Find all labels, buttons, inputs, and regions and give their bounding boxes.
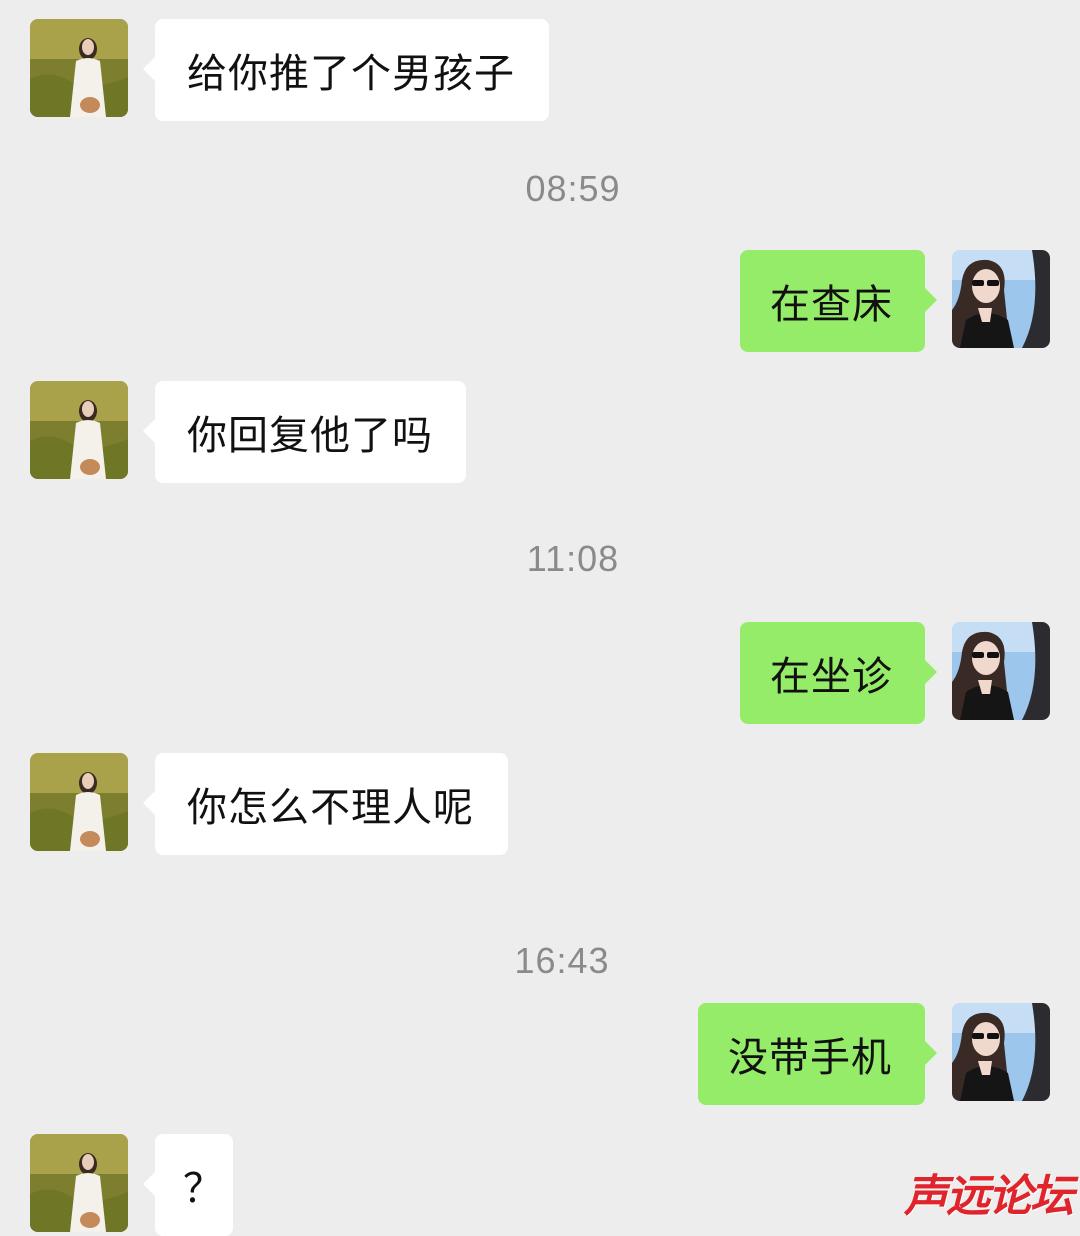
- message-text: 没带手机: [728, 1035, 892, 1081]
- contact-avatar[interactable]: [30, 753, 128, 851]
- message-text: 在查床: [770, 282, 893, 328]
- outgoing-message-bubble[interactable]: 没带手机: [698, 1003, 937, 1105]
- incoming-message-bubble[interactable]: 给你推了个男孩子: [143, 19, 549, 121]
- my-avatar[interactable]: [952, 622, 1050, 720]
- incoming-message-bubble[interactable]: 你回复他了吗: [143, 381, 466, 483]
- timestamp: 11:08: [526, 538, 620, 579]
- message-text: 你回复他了吗: [187, 413, 433, 459]
- contact-avatar[interactable]: [30, 1134, 128, 1232]
- incoming-message-bubble[interactable]: 你怎么不理人呢: [143, 753, 508, 855]
- forum-watermark: 声远论坛: [904, 1171, 1074, 1222]
- outgoing-message-bubble[interactable]: 在查床: [740, 250, 937, 352]
- contact-avatar[interactable]: [30, 19, 128, 117]
- my-avatar[interactable]: [952, 1003, 1050, 1101]
- incoming-message-bubble[interactable]: ？: [143, 1134, 233, 1236]
- message-text: 在坐诊: [770, 654, 893, 700]
- outgoing-message-bubble[interactable]: 在坐诊: [740, 622, 937, 724]
- message-text: ？: [183, 1166, 224, 1212]
- timestamp: 08:59: [525, 168, 621, 209]
- message-text: 你怎么不理人呢: [187, 785, 474, 831]
- timestamp: 16:43: [514, 940, 610, 981]
- my-avatar[interactable]: [952, 250, 1050, 348]
- contact-avatar[interactable]: [30, 381, 128, 479]
- message-text: 给你推了个男孩子: [187, 51, 515, 97]
